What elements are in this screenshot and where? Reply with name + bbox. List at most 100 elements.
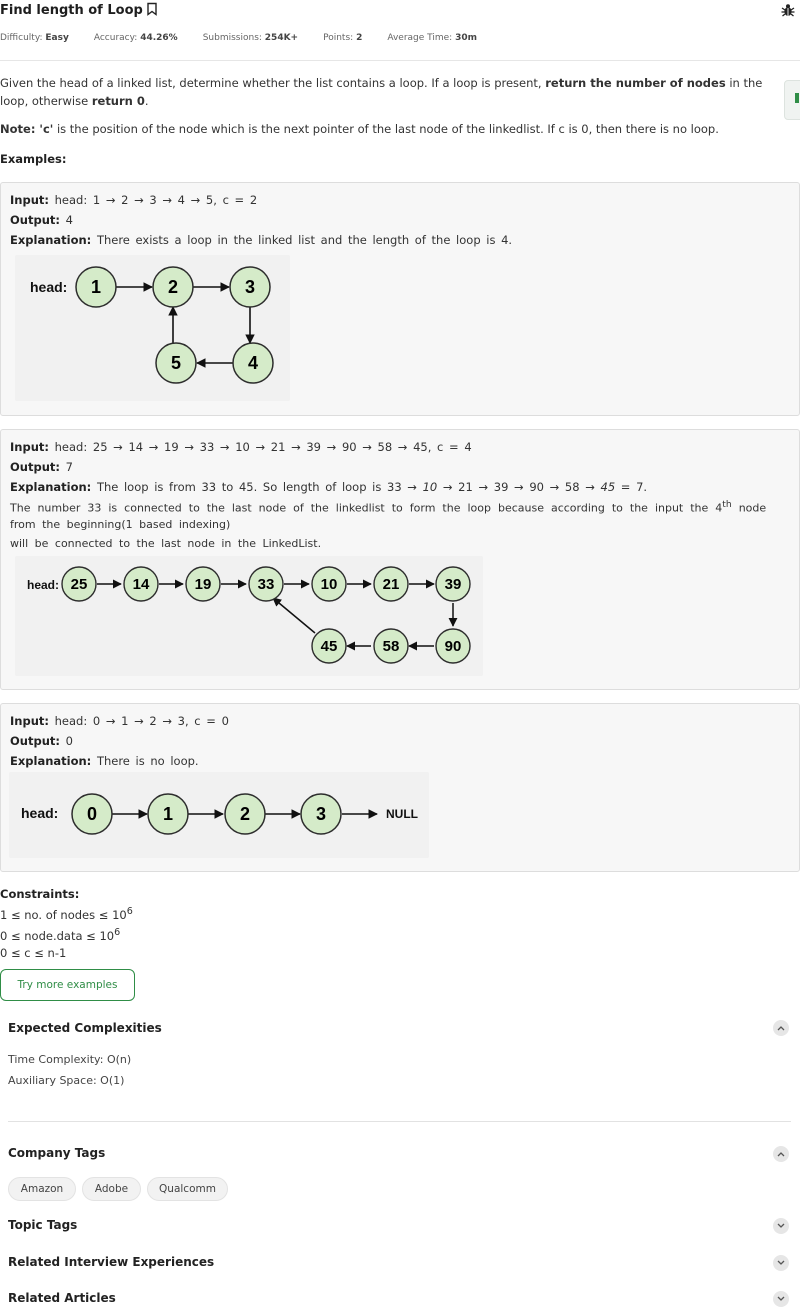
report-bug-icon[interactable] bbox=[780, 2, 796, 21]
example-2-output: Output: 7 bbox=[10, 460, 73, 474]
company-tags-heading[interactable]: Company Tags bbox=[8, 1146, 105, 1160]
example-1-diagram: head: 1 2 3 4 5 bbox=[15, 255, 290, 401]
exponent: 6 bbox=[126, 906, 133, 917]
title-row: Find length of Loop bbox=[0, 2, 158, 19]
explanation-text: There exists a loop in the linked list a… bbox=[96, 233, 513, 247]
note-label: Note: 'c' bbox=[0, 122, 54, 136]
desc-part3: . bbox=[144, 94, 149, 108]
bookmark-icon[interactable] bbox=[146, 2, 158, 19]
difficulty-meta: Difficulty: Easy bbox=[0, 33, 69, 43]
node-label: 0 bbox=[87, 804, 97, 824]
input-label: Input: bbox=[10, 440, 49, 454]
chevron-down-icon[interactable] bbox=[773, 1255, 789, 1271]
input-label: Input: bbox=[10, 714, 49, 728]
linked-list-diagram-3: head: 0 1 2 3 NULL bbox=[21, 793, 418, 835]
submissions-meta: Submissions: 254K+ bbox=[203, 33, 298, 43]
points-value: 2 bbox=[356, 33, 363, 43]
explanation-label: Explanation: bbox=[10, 754, 92, 768]
node-label: 58 bbox=[383, 638, 400, 655]
try-more-examples-button[interactable]: Try more examples bbox=[0, 969, 135, 1001]
input-value: head: 0 → 1 → 2 → 3, c = 0 bbox=[54, 714, 229, 728]
side-tab-marker bbox=[795, 93, 799, 103]
accuracy-value: 44.26% bbox=[140, 33, 178, 43]
avg-time-meta: Average Time: 30m bbox=[387, 33, 477, 43]
explanation-text: There is no loop. bbox=[96, 754, 199, 768]
chevron-up-icon[interactable] bbox=[773, 1020, 789, 1036]
constraint-2: 0 ≤ node.data ≤ 106 bbox=[0, 924, 133, 945]
section-divider bbox=[8, 1121, 791, 1122]
constraint-text: 0 ≤ node.data ≤ 10 bbox=[0, 928, 115, 943]
node-label: 3 bbox=[316, 804, 326, 824]
company-tag-qualcomm[interactable]: Qualcomm bbox=[147, 1177, 228, 1201]
explanation-label: Explanation: bbox=[10, 480, 92, 494]
expected-complexities-heading[interactable]: Expected Complexities bbox=[8, 1021, 162, 1035]
node-label: 19 bbox=[195, 576, 212, 593]
accuracy-label: Accuracy: bbox=[93, 33, 138, 43]
example-3-diagram: head: 0 1 2 3 NULL bbox=[9, 772, 429, 858]
edge-loop-back bbox=[272, 597, 316, 634]
explanation-italic: 45 bbox=[600, 480, 616, 494]
header-divider bbox=[0, 60, 800, 61]
company-tag-amazon[interactable]: Amazon bbox=[8, 1177, 76, 1201]
head-label: head: bbox=[21, 805, 58, 821]
example-2-diagram: head: 25 14 19 33 10 21 39 90 58 45 bbox=[15, 556, 483, 676]
company-tag-adobe[interactable]: Adobe bbox=[82, 1177, 141, 1201]
explanation-text: The loop is from 33 to 45. So length of … bbox=[96, 480, 423, 494]
related-articles-heading[interactable]: Related Articles bbox=[8, 1291, 116, 1305]
head-label: head: bbox=[27, 578, 59, 592]
examples-heading: Examples: bbox=[0, 152, 67, 166]
input-label: Input: bbox=[10, 193, 49, 207]
exponent: 6 bbox=[114, 926, 121, 938]
node-label: 45 bbox=[321, 638, 338, 655]
note-text: is the position of the node which is the… bbox=[53, 122, 719, 136]
node-label: 4 bbox=[248, 353, 258, 373]
problem-note: Note: 'c' is the position of the node wh… bbox=[0, 122, 719, 136]
node-label: 21 bbox=[383, 576, 400, 593]
node-label: 5 bbox=[171, 353, 181, 373]
related-interview-heading[interactable]: Related Interview Experiences bbox=[8, 1255, 214, 1269]
time-complexity: Time Complexity: O(n) bbox=[8, 1053, 132, 1066]
chevron-up-icon[interactable] bbox=[773, 1146, 789, 1162]
node-label: 2 bbox=[168, 277, 178, 297]
problem-meta: Difficulty: Easy Accuracy: 44.26% Submis… bbox=[0, 33, 502, 43]
problem-description: Given the head of a linked list, determi… bbox=[0, 74, 770, 110]
constraint-3: 0 ≤ c ≤ n-1 bbox=[0, 945, 67, 960]
submissions-label: Submissions: bbox=[202, 33, 262, 43]
points-meta: Points: 2 bbox=[323, 33, 362, 43]
constraints-heading: Constraints: bbox=[0, 887, 80, 901]
example-3-output: Output: 0 bbox=[10, 734, 73, 748]
ordinal-suffix: th bbox=[722, 499, 732, 510]
node-label: 90 bbox=[445, 638, 462, 655]
auxiliary-space: Auxiliary Space: O(1) bbox=[8, 1074, 125, 1087]
head-label: head: bbox=[30, 279, 67, 295]
side-panel-tab[interactable] bbox=[784, 80, 800, 120]
explanation-text: = 7. bbox=[615, 480, 648, 494]
example-2: Input: head: 25 → 14 → 19 → 33 → 10 → 21… bbox=[0, 429, 800, 690]
desc-part1: Given the head of a linked list, determi… bbox=[0, 76, 546, 90]
example-3-explanation: Explanation: There is no loop. bbox=[10, 754, 199, 768]
avg-time-label: Average Time: bbox=[387, 33, 453, 43]
points-label: Points: bbox=[323, 33, 354, 43]
constraints: Constraints: 1 ≤ no. of nodes ≤ 106 0 ≤ … bbox=[0, 886, 133, 962]
desc-bold2: return 0 bbox=[91, 94, 145, 108]
example-2-input: Input: head: 25 → 14 → 19 → 33 → 10 → 21… bbox=[10, 440, 472, 454]
example-2-extra-line-2: from the beginning(1 based indexing) bbox=[10, 518, 231, 531]
problem-title: Find length of Loop bbox=[0, 3, 143, 18]
example-2-extra-line-1: The number 33 is connected to the last n… bbox=[10, 499, 766, 515]
node-label: 3 bbox=[245, 277, 255, 297]
desc-bold1: return the number of nodes bbox=[545, 76, 726, 90]
chevron-down-icon[interactable] bbox=[773, 1291, 789, 1307]
example-3: Input: head: 0 → 1 → 2 → 3, c = 0 Output… bbox=[0, 703, 800, 872]
node-label: 39 bbox=[445, 576, 462, 593]
difficulty-label: Difficulty: bbox=[0, 33, 43, 43]
null-label: NULL bbox=[386, 807, 418, 821]
node-label: 1 bbox=[91, 277, 101, 297]
input-value: head: 25 → 14 → 19 → 33 → 10 → 21 → 39 →… bbox=[54, 440, 472, 454]
chevron-down-icon[interactable] bbox=[773, 1218, 789, 1234]
topic-tags-heading[interactable]: Topic Tags bbox=[8, 1218, 77, 1232]
explanation-text: → 21 → 39 → 90 → 58 → bbox=[437, 480, 601, 494]
example-2-extra-line-3: will be connected to the last node in th… bbox=[10, 537, 322, 550]
extra-text: The number 33 is connected to the last n… bbox=[10, 501, 723, 515]
example-2-explanation: Explanation: The loop is from 33 to 45. … bbox=[10, 480, 647, 494]
example-3-input: Input: head: 0 → 1 → 2 → 3, c = 0 bbox=[10, 714, 229, 728]
